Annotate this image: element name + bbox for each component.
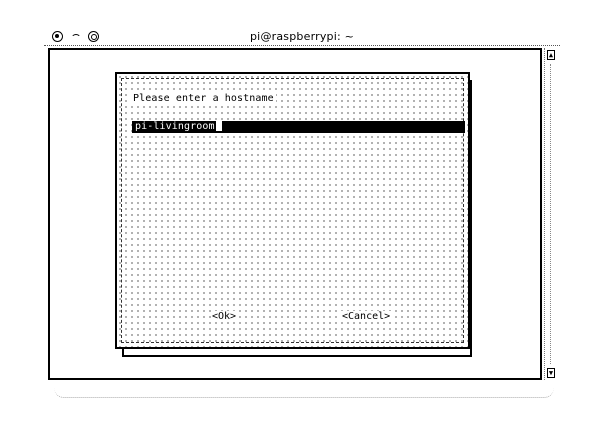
window-shadow [54,388,554,398]
scroll-down-icon[interactable]: ▼ [547,368,555,378]
hostname-text: pi-livingroom [135,121,215,132]
ok-button[interactable]: <Ok> [211,311,238,322]
title-bar[interactable]: pi@raspberrypi: ~ [44,28,560,46]
scroll-up-icon[interactable]: ▲ [547,50,555,60]
hostname-dialog: Please enter a hostname pi-livingroom <O… [115,72,470,349]
hostname-value: pi-livingroom [135,121,222,132]
scroll-track[interactable] [550,64,552,364]
window-title: pi@raspberrypi: ~ [250,30,354,43]
text-cursor [215,121,222,131]
hostname-input[interactable]: pi-livingroom [132,121,465,133]
dialog-frame: Please enter a hostname pi-livingroom <O… [121,78,465,343]
dialog-prompt: Please enter a hostname [131,93,276,104]
cancel-button[interactable]: <Cancel> [341,311,392,322]
scrollbar[interactable]: ▲ ▼ [544,48,556,380]
